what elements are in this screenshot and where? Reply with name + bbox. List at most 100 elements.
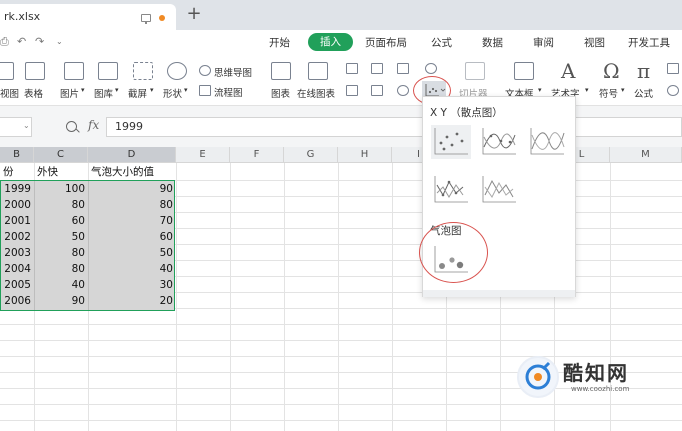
shape-dropdown-icon[interactable]: ▾ — [184, 86, 188, 94]
column-header-b[interactable]: B — [0, 147, 34, 163]
column-header-m[interactable]: M — [610, 147, 682, 163]
column-chart-icon[interactable] — [346, 63, 358, 74]
cell-d-bubble-size[interactable]: 50 — [88, 245, 173, 261]
cell-b-year[interactable]: 2000 — [0, 197, 31, 213]
cell-d-bubble-size[interactable]: 30 — [88, 277, 173, 293]
scatter-smooth-markers-option[interactable] — [479, 125, 519, 159]
gallery-label[interactable]: 图库 — [94, 86, 113, 100]
cell-b-year[interactable]: 1999 — [0, 181, 31, 197]
tab-data[interactable]: 数据 — [482, 35, 503, 50]
cell-b-year[interactable]: 2005 — [0, 277, 31, 293]
pivot-view-label[interactable]: 视图 — [0, 86, 19, 100]
cell-d-bubble-size[interactable]: 90 — [88, 181, 173, 197]
cell-d-bubble-size[interactable]: 40 — [88, 261, 173, 277]
pi-icon[interactable]: π — [637, 59, 650, 83]
cell-b-year[interactable]: 2006 — [0, 293, 31, 309]
stock-chart-icon[interactable] — [371, 85, 383, 96]
column-header-g[interactable]: G — [284, 147, 338, 163]
customize-chevron-icon[interactable]: ⌄ — [56, 36, 68, 48]
table-label[interactable]: 表格 — [24, 86, 43, 100]
textbox-icon[interactable] — [514, 62, 534, 80]
cell-c-value[interactable]: 80 — [34, 261, 85, 277]
chart-label[interactable]: 图表 — [271, 86, 290, 100]
cell-d-bubble-size[interactable]: 20 — [88, 293, 173, 309]
shape-label[interactable]: 形状 — [163, 86, 182, 100]
screenshot-icon[interactable] — [133, 62, 153, 80]
cell-c-value[interactable]: 90 — [34, 293, 85, 309]
shape-icon[interactable] — [167, 62, 187, 80]
cell-b-year[interactable]: 2002 — [0, 229, 31, 245]
chart-icon[interactable] — [271, 62, 291, 80]
fx-icon[interactable]: fx — [88, 118, 99, 132]
mindmap-icon[interactable] — [199, 65, 211, 76]
tab-formula[interactable]: 公式 — [431, 35, 452, 50]
cell-c-value[interactable]: 80 — [34, 245, 85, 261]
screenshot-label[interactable]: 截屏 — [128, 86, 147, 100]
screenshot-dropdown-icon[interactable]: ▾ — [150, 86, 154, 94]
scatter-lines-option[interactable] — [479, 173, 519, 207]
column-header-d[interactable]: D — [88, 147, 176, 163]
zoom-icon[interactable] — [66, 121, 77, 132]
pie-chart-icon[interactable] — [397, 85, 409, 96]
omega-icon[interactable]: Ω — [603, 59, 620, 83]
cell-b1[interactable]: 份 — [3, 164, 14, 180]
gallery-icon[interactable] — [98, 62, 118, 80]
tab-view[interactable]: 视图 — [584, 35, 605, 50]
tab-page-layout[interactable]: 页面布局 — [365, 35, 407, 50]
symbol-dropdown-icon[interactable]: ▾ — [621, 86, 625, 94]
cell-d-bubble-size[interactable]: 60 — [88, 229, 173, 245]
gallery-dropdown-icon[interactable]: ▾ — [115, 86, 119, 94]
area-chart-icon[interactable] — [346, 85, 358, 96]
picture-dropdown-icon[interactable]: ▾ — [81, 86, 85, 94]
symbol-label[interactable]: 符号 — [599, 86, 618, 100]
tab-developer[interactable]: 开发工具 — [628, 35, 670, 50]
mindmap-label[interactable]: 思维导图 — [214, 65, 252, 79]
wordart-icon[interactable]: A — [561, 59, 575, 83]
tab-review[interactable]: 审阅 — [533, 35, 554, 50]
column-header-h[interactable]: H — [338, 147, 392, 163]
monitor-icon[interactable] — [141, 14, 151, 24]
new-tab-button[interactable]: + — [184, 3, 204, 25]
cell-d-bubble-size[interactable]: 70 — [88, 213, 173, 229]
redo-icon[interactable]: ↷ — [35, 36, 47, 48]
flowchart-icon[interactable] — [199, 85, 211, 96]
cell-d-bubble-size[interactable]: 80 — [88, 197, 173, 213]
tab-start[interactable]: 开始 — [269, 35, 290, 50]
scatter-smooth-option[interactable] — [527, 125, 567, 159]
line-chart-icon[interactable] — [397, 63, 409, 74]
pivot-table-icon[interactable] — [0, 62, 14, 80]
wordart-dropdown-icon[interactable]: ▾ — [585, 86, 589, 94]
name-box-dropdown-icon[interactable]: ⌄ — [23, 121, 30, 130]
other-chart-icon[interactable] — [425, 63, 437, 74]
scatter-lines-markers-option[interactable] — [431, 173, 471, 207]
picture-icon[interactable] — [64, 62, 84, 80]
textbox-dropdown-icon[interactable]: ▾ — [538, 86, 542, 94]
column-header-c[interactable]: C — [34, 147, 88, 163]
cell-c-value[interactable]: 60 — [34, 213, 85, 229]
formula-input[interactable]: 1999 — [106, 117, 682, 137]
equation-label[interactable]: 公式 — [634, 86, 653, 100]
picture-label[interactable]: 图片 — [60, 86, 79, 100]
cell-b-year[interactable]: 2003 — [0, 245, 31, 261]
column-header-e[interactable]: E — [176, 147, 230, 163]
bar-chart-icon[interactable] — [371, 63, 383, 74]
more-icon[interactable] — [667, 63, 679, 74]
cell-b-year[interactable]: 2001 — [0, 213, 31, 229]
online-chart-icon[interactable] — [308, 62, 328, 80]
table-icon[interactable] — [25, 62, 45, 80]
slicer-icon[interactable] — [465, 62, 485, 80]
column-header-f[interactable]: F — [230, 147, 284, 163]
cell-c-value[interactable]: 80 — [34, 197, 85, 213]
cell-b-year[interactable]: 2004 — [0, 261, 31, 277]
file-tab[interactable]: rk.xlsx — [0, 4, 176, 30]
print-icon[interactable]: ⎙ — [0, 36, 12, 48]
cell-c-value[interactable]: 50 — [34, 229, 85, 245]
scatter-markers-option[interactable] — [431, 125, 471, 159]
cell-c-value[interactable]: 40 — [34, 277, 85, 293]
cell-d1[interactable]: 气泡大小的值 — [91, 164, 154, 180]
flowchart-label[interactable]: 流程图 — [214, 85, 243, 99]
tab-insert[interactable]: 插入 — [308, 33, 353, 51]
cell-c-value[interactable]: 100 — [34, 181, 85, 197]
online-chart-label[interactable]: 在线图表 — [297, 86, 335, 100]
undo-icon[interactable]: ↶ — [17, 36, 29, 48]
